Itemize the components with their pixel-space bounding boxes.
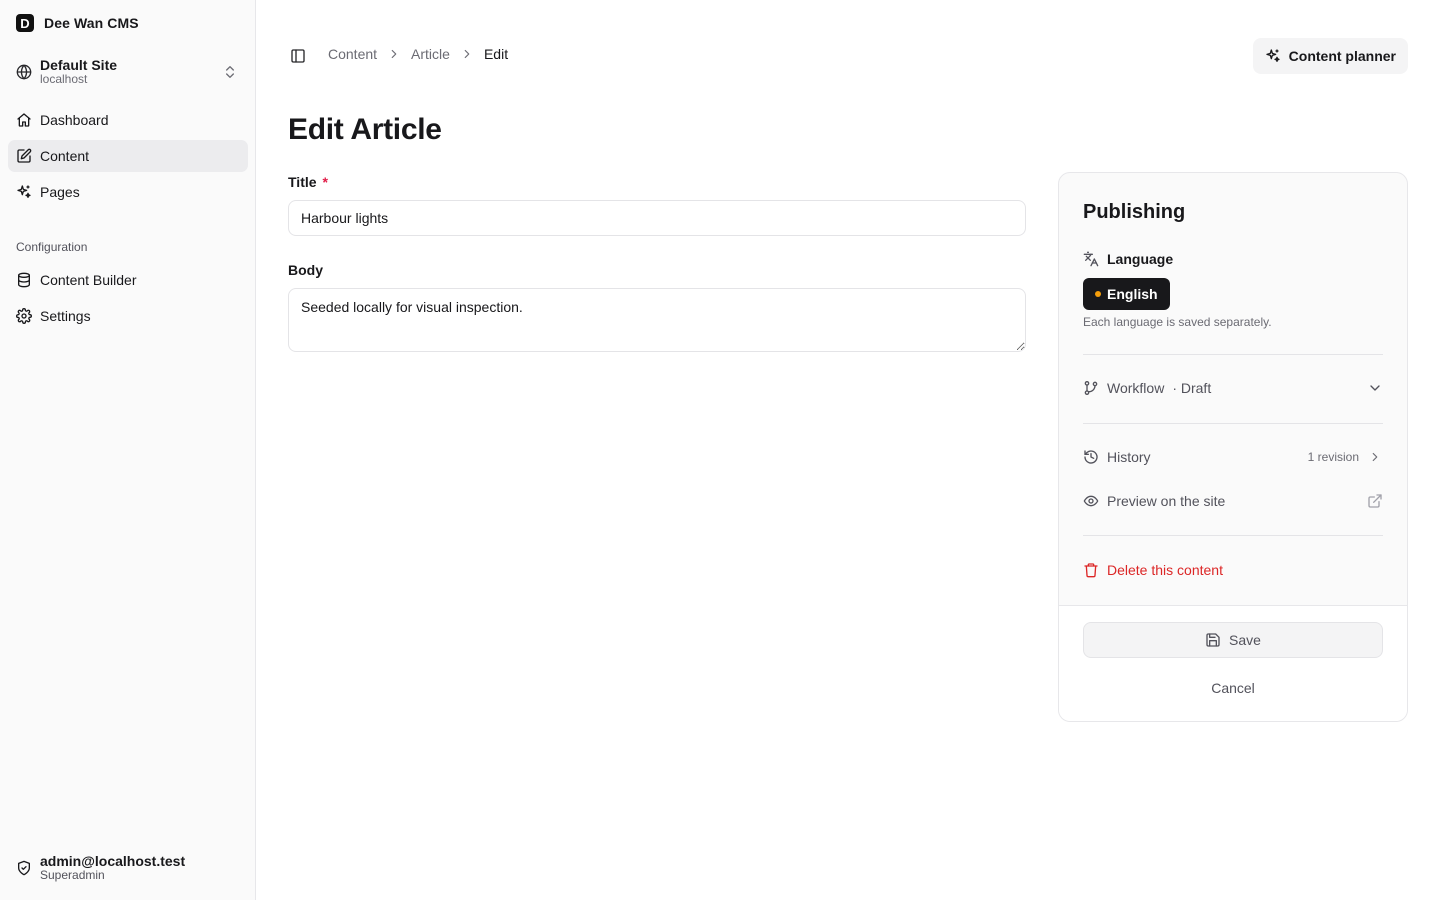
user-menu[interactable]: admin@localhost.test Superadmin <box>8 848 248 888</box>
breadcrumb-content[interactable]: Content <box>328 46 377 62</box>
user-info: admin@localhost.test Superadmin <box>40 853 185 883</box>
sidebar-item-label: Content <box>40 148 90 164</box>
eye-icon <box>1083 495 1099 507</box>
body-textarea[interactable]: Seeded locally for visual inspection. <box>288 288 1026 352</box>
chevron-down-icon <box>1370 385 1380 391</box>
sparkles-icon <box>1265 49 1280 62</box>
sidebar-item-label: Pages <box>40 184 80 200</box>
history-right: 1 revision <box>1308 450 1383 464</box>
site-switcher[interactable]: Default Site localhost <box>8 52 248 92</box>
site-name: Default Site <box>40 57 118 74</box>
workflow-right <box>1367 380 1383 396</box>
cancel-button[interactable]: Cancel <box>1083 672 1383 704</box>
language-note: Each language is saved separately. <box>1083 315 1272 329</box>
trash-icon <box>1084 563 1098 578</box>
sidebar-item-settings[interactable]: Settings <box>8 300 248 332</box>
git-branch-icon <box>1084 381 1098 395</box>
workflow-toggle[interactable]: Workflow · Draft <box>1083 376 1383 400</box>
delete-label: Delete this content <box>1107 562 1223 578</box>
divider <box>1083 535 1383 536</box>
save-icon <box>1206 633 1220 647</box>
preview-link[interactable]: Preview on the site <box>1083 489 1383 513</box>
chevron-right-icon <box>1372 452 1378 462</box>
panel-left-icon <box>291 49 305 63</box>
chevron-right-icon <box>387 47 401 61</box>
gear-icon <box>16 308 32 324</box>
sidebar-item-label: Dashboard <box>40 112 109 128</box>
config-nav: Content Builder Settings <box>8 264 248 332</box>
history-label: History <box>1107 449 1151 465</box>
brand-logo-icon: D <box>16 14 34 32</box>
body-label: Body <box>288 262 323 278</box>
sidebar-item-content-builder[interactable]: Content Builder <box>8 264 248 296</box>
divider <box>1083 354 1383 355</box>
preview-label: Preview on the site <box>1107 493 1226 509</box>
nav-group-configuration: Configuration <box>16 240 88 254</box>
language-english-button[interactable]: English <box>1083 278 1170 310</box>
title-input[interactable] <box>288 200 1026 236</box>
breadcrumb-edit: Edit <box>483 46 509 62</box>
workflow-label: Workflow <box>1107 380 1165 396</box>
sidebar: D Dee Wan CMS Default Site localhost Das… <box>0 0 256 900</box>
sidebar-item-label: Content Builder <box>40 272 137 288</box>
sidebar-item-label: Settings <box>40 308 91 324</box>
content-planner-button[interactable]: Content planner <box>1252 38 1408 74</box>
history-link[interactable]: History 1 revision <box>1083 445 1383 469</box>
title-label-text: Title <box>288 174 317 190</box>
brand[interactable]: D Dee Wan CMS <box>16 14 139 32</box>
page-title: Edit Article <box>288 113 442 146</box>
content-planner-label: Content planner <box>1288 48 1396 64</box>
sidebar-item-pages[interactable]: Pages <box>8 176 248 208</box>
sidebar-item-dashboard[interactable]: Dashboard <box>8 104 248 136</box>
globe-icon <box>16 64 32 80</box>
title-label: Title * <box>288 174 328 190</box>
site-host: localhost <box>40 72 88 87</box>
status-dot-icon <box>1095 291 1101 297</box>
required-marker: * <box>322 174 328 190</box>
database-icon <box>18 272 30 288</box>
language-label: Language <box>1083 251 1173 267</box>
home-icon <box>17 113 31 127</box>
brand-name: Dee Wan CMS <box>44 15 139 31</box>
save-button[interactable]: Save <box>1083 622 1383 658</box>
sparkles-icon <box>17 185 31 198</box>
language-value: English <box>1107 286 1158 302</box>
language-label-text: Language <box>1107 251 1174 267</box>
body-label-text: Body <box>288 262 323 278</box>
chevron-right-icon <box>460 47 474 61</box>
shield-check-icon <box>18 860 30 876</box>
breadcrumb: Content Article Edit <box>328 46 508 62</box>
user-role: Superadmin <box>40 868 105 883</box>
sidebar-toggle-button[interactable] <box>286 44 310 68</box>
publishing-title: Publishing <box>1083 201 1186 223</box>
workflow-status: · Draft <box>1172 380 1212 396</box>
site-info: Default Site localhost <box>40 57 117 87</box>
history-meta: 1 revision <box>1307 450 1359 464</box>
panel-footer: Save Cancel <box>1059 605 1407 721</box>
user-email: admin@localhost.test <box>40 853 186 870</box>
save-label: Save <box>1229 632 1261 648</box>
translate-icon <box>1083 251 1099 267</box>
delete-content-button[interactable]: Delete this content <box>1083 558 1383 582</box>
edit-icon <box>17 148 32 163</box>
publishing-panel: Publishing Language English Each languag… <box>1058 172 1408 722</box>
preview-right <box>1367 493 1383 509</box>
history-icon <box>1084 450 1098 464</box>
chevrons-up-down-icon <box>226 66 234 78</box>
divider <box>1083 423 1383 424</box>
external-link-icon <box>1368 494 1382 508</box>
main-nav: Dashboard Content Pages <box>8 104 248 208</box>
breadcrumb-article[interactable]: Article <box>411 46 450 62</box>
sidebar-item-content[interactable]: Content <box>8 140 248 172</box>
